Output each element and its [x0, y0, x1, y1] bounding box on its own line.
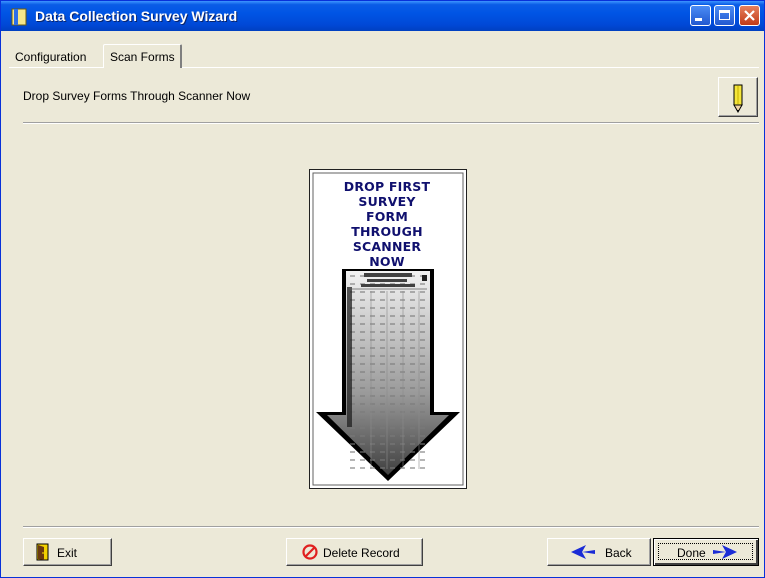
title-bar[interactable]: Data Collection Survey Wizard: [1, 1, 764, 31]
bottom-separator: [23, 526, 759, 528]
back-label: Back: [605, 546, 632, 560]
scan-text-line: SURVEY: [358, 194, 416, 209]
maximize-button[interactable]: [714, 5, 735, 26]
delete-record-label: Delete Record: [323, 546, 400, 560]
minimize-button[interactable]: [690, 5, 711, 26]
top-separator: [23, 122, 759, 124]
exit-door-icon: [36, 543, 49, 561]
scan-text-line: SCANNER: [352, 239, 422, 254]
window-title: Data Collection Survey Wizard: [35, 8, 238, 24]
right-arrow-icon: [713, 545, 737, 559]
tab-configuration[interactable]: Configuration: [9, 47, 90, 67]
no-entry-icon: [302, 544, 318, 560]
pencil-icon: [733, 84, 743, 114]
edit-button[interactable]: [718, 77, 758, 117]
tab-scan-forms[interactable]: Scan Forms: [103, 44, 182, 68]
done-label: Done: [677, 546, 706, 560]
scan-text-line: THROUGH: [351, 224, 423, 239]
wizard-window: Data Collection Survey Wizard Configurat…: [0, 0, 765, 578]
instruction-text: Drop Survey Forms Through Scanner Now: [23, 89, 251, 103]
left-arrow-icon: [571, 545, 595, 559]
app-icon: [11, 8, 27, 26]
scanner-instruction-text: DROP FIRST SURVEY FORM THROUGH SCANNER N…: [323, 179, 451, 269]
close-icon: [744, 10, 755, 21]
exit-label: Exit: [57, 546, 78, 560]
delete-record-button[interactable]: Delete Record: [286, 538, 423, 566]
scan-text-line: FORM: [365, 209, 409, 224]
scan-text-line: DROP FIRST: [343, 179, 431, 194]
back-button[interactable]: Back: [547, 538, 651, 566]
scan-text-line: NOW: [369, 254, 405, 269]
done-button[interactable]: Done: [653, 538, 759, 566]
exit-button[interactable]: Exit: [23, 538, 112, 566]
close-button[interactable]: [739, 5, 760, 26]
